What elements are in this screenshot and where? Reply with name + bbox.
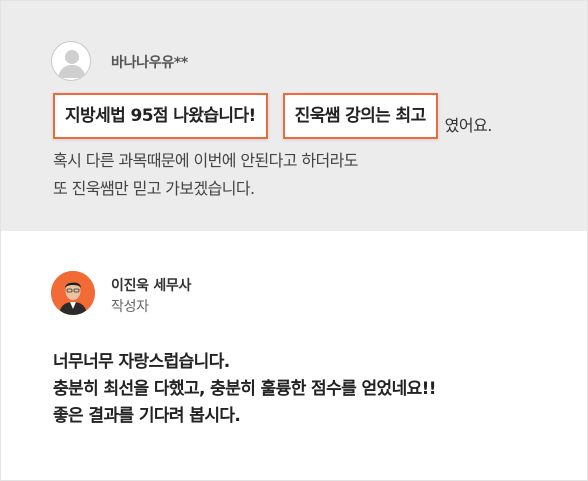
- reply-text-line: 좋은 결과를 기다려 봅시다.: [53, 406, 241, 426]
- author-name: 이진욱 세무사: [111, 278, 192, 294]
- review-text-line: 또 진욱쌤만 믿고 가보겠습니다.: [53, 179, 255, 198]
- highlight-suffix: 였어요.: [444, 116, 493, 135]
- user-silhouette-icon: [51, 41, 91, 81]
- review-text-line: 혹시 다른 과목때문에 이번에 안된다고 하더라도: [53, 151, 358, 170]
- reply-text-line: 충분히 최선을 다했고, 충분히 훌륭한 점수를 얻었네요!!: [53, 379, 437, 399]
- reply-text-line: 너무너무 자랑스럽습니다.: [53, 352, 230, 372]
- author-photo-icon: [51, 271, 95, 315]
- review-headline: 지방세법 95점 나왔습니다! 진욱쌤 강의는 최고 였어요.: [53, 93, 492, 139]
- author-reply: 이진욱 세무사 작성자 너무너무 자랑스럽습니다. 충분히 최선을 다했고, 충…: [1, 231, 587, 480]
- review-username: 바나나우유**: [111, 55, 188, 71]
- student-review: 바나나우유** 지방세법 95점 나왔습니다! 진욱쌤 강의는 최고 였어요. …: [1, 1, 587, 231]
- highlight-lecture: 진욱쌤 강의는 최고: [282, 93, 438, 139]
- author-role-label: 작성자: [111, 299, 149, 315]
- review-card: 바나나우유** 지방세법 95점 나왔습니다! 진욱쌤 강의는 최고 였어요. …: [0, 0, 588, 481]
- highlight-score: 지방세법 95점 나왔습니다!: [53, 93, 268, 139]
